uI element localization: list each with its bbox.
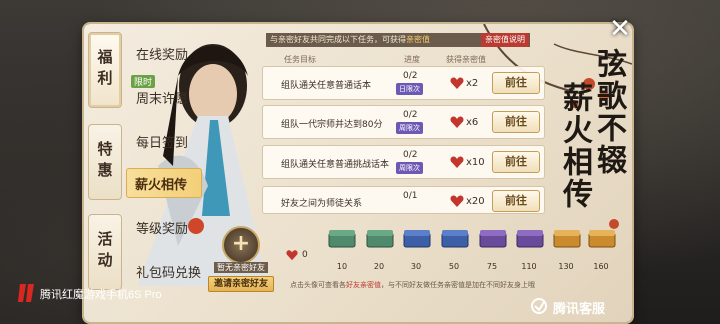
- heart-icon: [450, 77, 464, 89]
- side-title-line2: 薪火相传: [557, 82, 592, 210]
- tencent-service-watermark: 腾讯客服: [553, 301, 606, 316]
- go-button[interactable]: 前往: [492, 151, 540, 173]
- task-limit-badge: 周限次: [396, 122, 423, 134]
- milestone-label: 110: [521, 262, 537, 271]
- invite-friend-button[interactable]: 邀请亲密好友: [208, 276, 274, 292]
- milestone-label: 30: [410, 262, 422, 271]
- milestone-label: 75: [486, 262, 498, 271]
- go-button[interactable]: 前往: [492, 72, 540, 94]
- header-note-text: 与亲密好友共同完成以下任务，可获得: [270, 35, 406, 44]
- task-name: 组队通关任意普通挑战话本: [281, 160, 390, 170]
- task-reward: x6: [466, 117, 479, 128]
- task-row: 好友之间为师徒关系 0/1 x20 前往: [262, 186, 545, 214]
- go-button[interactable]: 前往: [492, 190, 540, 212]
- no-friend-label: 暂无亲密好友: [214, 262, 268, 273]
- menu-item-daily-checkin[interactable]: 每日签到: [128, 126, 208, 156]
- chest-purple-icon[interactable]: [516, 228, 544, 248]
- chest-blue-icon[interactable]: [441, 228, 469, 248]
- heart-icon: [450, 116, 464, 128]
- chest-gold-icon[interactable]: [553, 228, 581, 248]
- go-button[interactable]: 前往: [492, 111, 540, 133]
- footer-hint-post: ，与不同好友做任务亲密值是加在不同好友身上哦: [381, 281, 535, 289]
- task-progress: 0/2: [403, 150, 418, 160]
- menu-item-level-reward[interactable]: 等级奖励: [128, 212, 208, 242]
- task-reward: x20: [466, 196, 485, 207]
- menu-item-pass-on[interactable]: 薪火相传: [126, 168, 202, 198]
- task-name: 组队一代宗师并达到80分: [281, 120, 383, 130]
- task-table-header: 任务目标 进度 获得亲密值: [262, 52, 532, 66]
- task-limit-badge: 周限次: [396, 162, 423, 174]
- chest-green-icon[interactable]: [328, 228, 356, 248]
- task-name: 好友之间为师徒关系: [281, 199, 363, 209]
- col-progress: 进度: [404, 55, 420, 64]
- footer-hint-highlight: 好友亲密值: [346, 281, 381, 289]
- add-friend-avatar[interactable]: +: [222, 226, 260, 264]
- task-row: 组队一代宗师并达到80分 0/2 周限次 x6 前往: [262, 105, 545, 139]
- col-target: 任务目标: [284, 55, 316, 64]
- intimacy-score: 0: [302, 250, 308, 260]
- col-reward: 获得亲密值: [446, 55, 486, 64]
- header-note-highlight: 亲密值: [406, 35, 430, 44]
- intimacy-help-button[interactable]: 亲密值说明: [481, 33, 529, 47]
- category-tab-special[interactable]: 特惠: [88, 124, 122, 200]
- chest-gold-icon[interactable]: [588, 228, 616, 248]
- chest-green-icon[interactable]: [366, 228, 394, 248]
- milestone-label: 130: [558, 262, 574, 271]
- tencent-service-logo-icon: [531, 298, 547, 314]
- category-tab-welfare[interactable]: 福利: [88, 32, 122, 108]
- milestone-label: 160: [593, 262, 609, 271]
- footer-hint-pre: 点击头像可查看各: [290, 281, 346, 289]
- menu-item-online-reward[interactable]: 在线奖励: [128, 38, 208, 68]
- task-progress: 0/2: [403, 71, 418, 81]
- chest-blue-icon[interactable]: [403, 228, 431, 248]
- device-watermark: 腾讯红魔游戏手机6S Pro: [40, 289, 162, 301]
- task-reward: x10: [466, 157, 485, 168]
- task-row: 组队通关任意普通挑战话本 0/2 周限次 x10 前往: [262, 145, 545, 179]
- redmagic-logo-icon: [18, 284, 34, 302]
- task-limit-badge: 日限次: [396, 83, 423, 95]
- milestone-label: 20: [373, 262, 385, 271]
- milestone-label: 10: [336, 262, 348, 271]
- heart-icon: [450, 195, 464, 207]
- heart-icon: [450, 156, 464, 168]
- milestone-label: 50: [448, 262, 460, 271]
- task-reward: x2: [466, 78, 479, 89]
- task-progress: 0/2: [403, 110, 418, 120]
- task-progress: 0/1: [403, 191, 418, 201]
- chest-purple-icon[interactable]: [479, 228, 507, 248]
- task-row: 组队通关任意普通话本 0/2 日限次 x2 前往: [262, 66, 545, 100]
- task-name: 组队通关任意普通话本: [281, 81, 372, 91]
- category-tab-event[interactable]: 活动: [88, 214, 122, 290]
- menu-item-gift-code[interactable]: 礼包码兑换: [128, 256, 218, 286]
- footer-hint: 点击头像可查看各好友亲密值，与不同好友做任务亲密值是加在不同好友身上哦: [290, 280, 535, 290]
- menu-item-weekend-wish[interactable]: 周末许愿: [128, 82, 208, 112]
- close-button[interactable]: ✕: [606, 16, 634, 44]
- heart-icon: [286, 250, 298, 261]
